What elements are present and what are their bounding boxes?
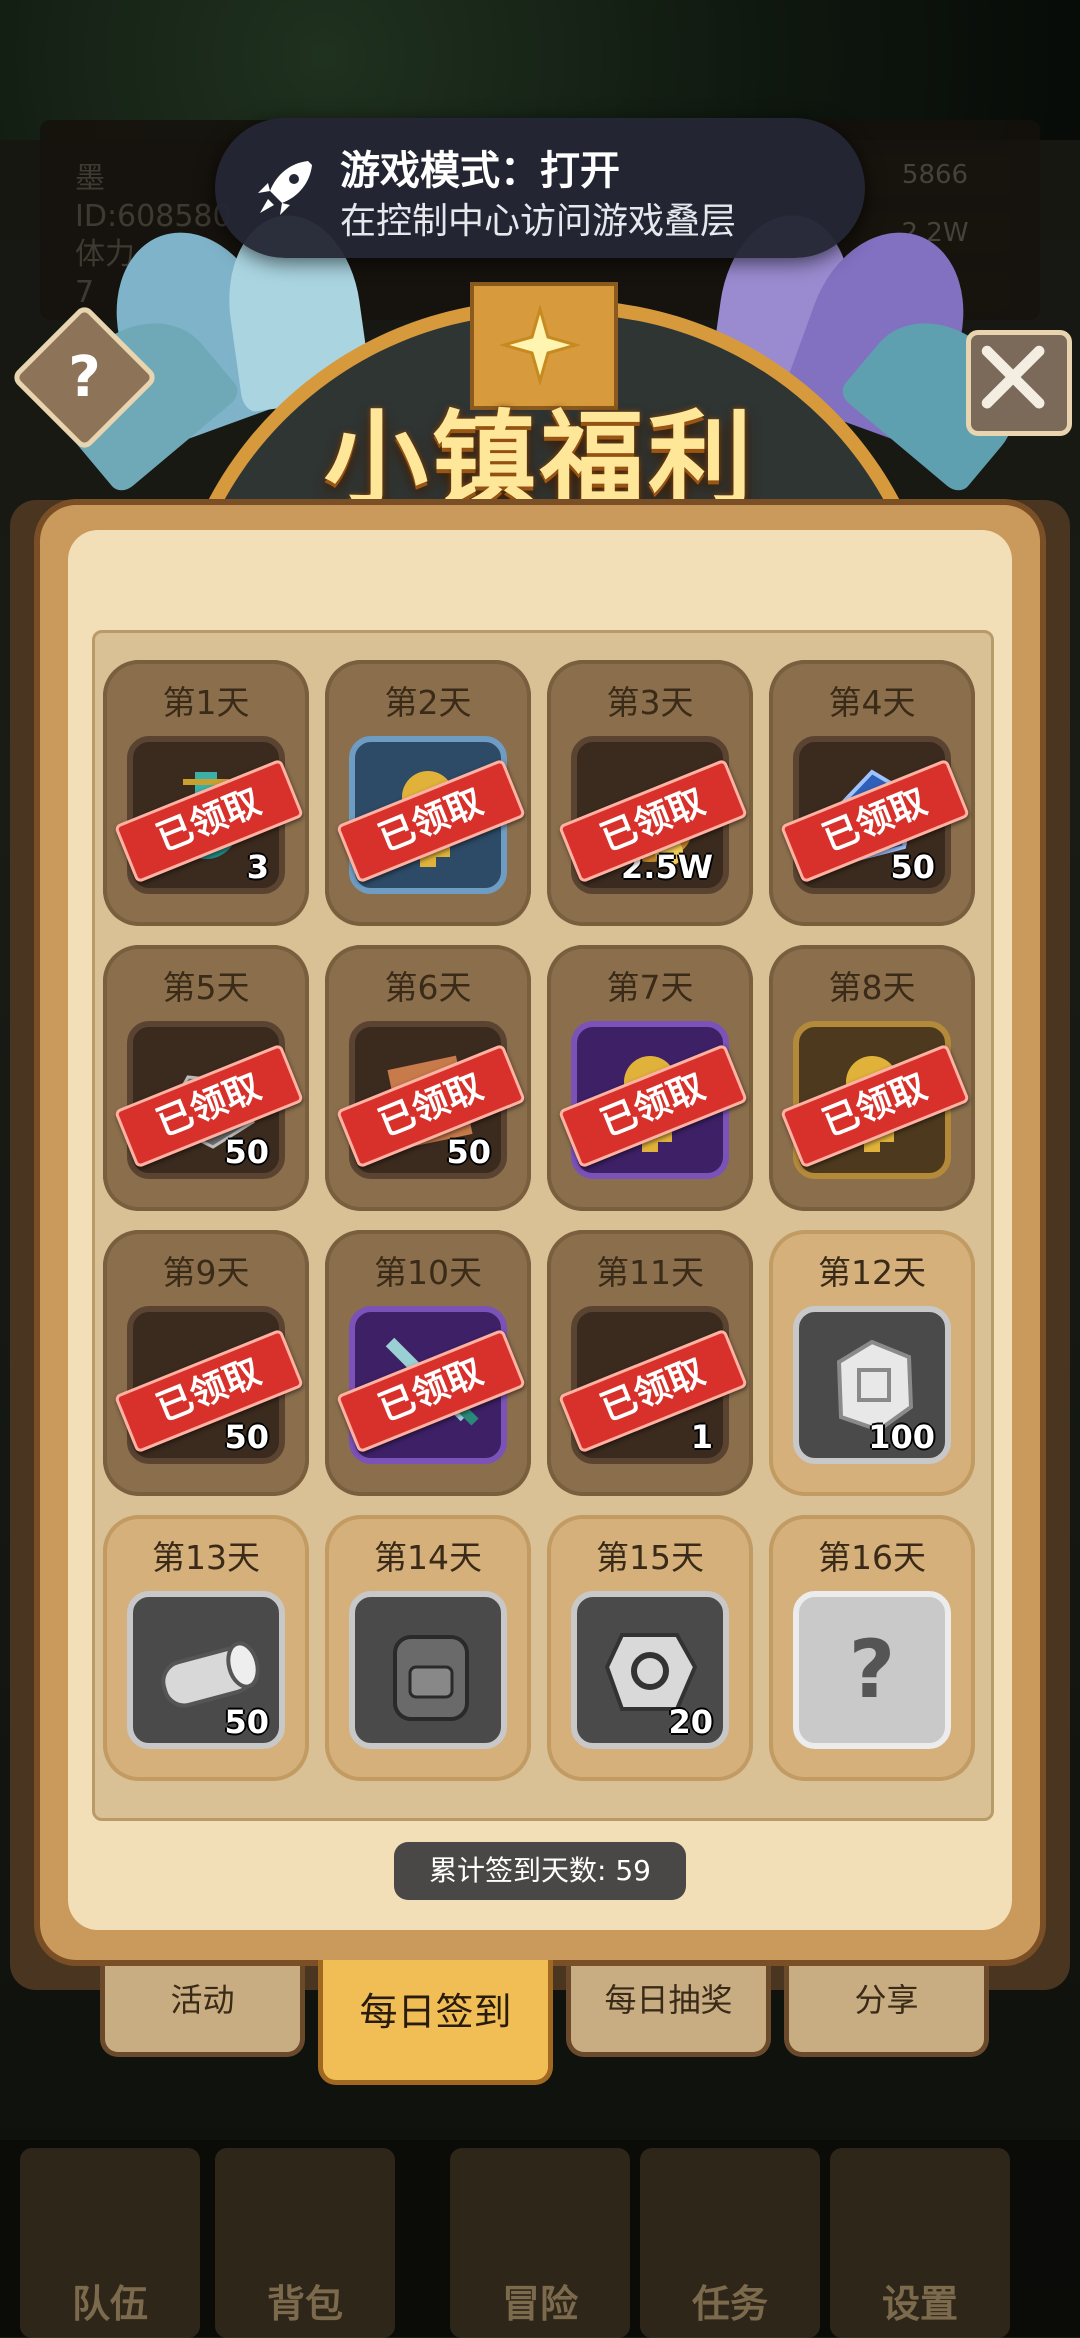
svg-text:?: ? (849, 1623, 895, 1716)
day-reward-card[interactable]: 第15天 20 (547, 1515, 753, 1781)
reward-item-frame: 50 (127, 1591, 285, 1749)
day-reward-card[interactable]: 第3天 2.5W 已领取 (547, 660, 753, 926)
nav-label: 背包 (266, 2282, 343, 2326)
day-reward-card[interactable]: 第8天 已领取 (769, 945, 975, 1211)
day-reward-card[interactable]: 第6天 50 已领取 (325, 945, 531, 1211)
nav-team[interactable]: 队伍 (20, 2148, 200, 2338)
day-reward-card[interactable]: 第11天 1 已领取 (547, 1230, 753, 1496)
day-label: 第12天 (818, 1253, 926, 1292)
day-label: 第5天 (162, 968, 250, 1007)
day-label: 第4天 (828, 683, 916, 722)
day-label: 第14天 (374, 1538, 482, 1577)
day-label: 第7天 (606, 968, 694, 1007)
day-label: 第10天 (374, 1253, 482, 1292)
day-label: 第13天 (152, 1538, 260, 1577)
reward-quantity: 100 (868, 1418, 935, 1456)
tab-daily-checkin[interactable]: 每日签到 (318, 1960, 553, 2085)
day-label: 第16天 (818, 1538, 926, 1577)
total-checkin-days: 累计签到天数: 59 (394, 1842, 686, 1900)
nav-label: 设置 (881, 2282, 958, 2326)
day-reward-card[interactable]: 第13天 50 (103, 1515, 309, 1781)
day-reward-card[interactable]: 第1天 3 已领取 (103, 660, 309, 926)
day-reward-card[interactable]: 第10天 已领取 (325, 1230, 531, 1496)
nav-adventure[interactable]: 冒险 (450, 2148, 630, 2338)
question-mark-icon: ? (849, 1623, 895, 1716)
backpack-icon (393, 1635, 469, 1721)
nav-label: 任务 (691, 2282, 768, 2326)
day-label: 第3天 (606, 683, 694, 722)
page-title: 小镇福利 (323, 399, 756, 521)
nav-backpack[interactable]: 背包 (215, 2148, 395, 2338)
reward-item-frame (349, 1591, 507, 1749)
day-label: 第11天 (596, 1253, 704, 1292)
toast-subtitle: 在控制中心访问游戏叠层 (340, 201, 737, 242)
reward-quantity: 50 (224, 1703, 269, 1741)
day-reward-card[interactable]: 第4天 50 已领取 (769, 660, 975, 926)
reward-quantity: 3 (246, 848, 269, 886)
nav-label: 队伍 (71, 2282, 148, 2326)
day-label: 第8天 (828, 968, 916, 1007)
tab-label: 每日抽奖 (604, 1981, 733, 2019)
nav-tasks[interactable]: 任务 (640, 2148, 820, 2338)
reward-item-frame: 20 (571, 1591, 729, 1749)
reward-quantity: 1 (690, 1418, 713, 1456)
day-label: 第1天 (162, 683, 250, 722)
day-reward-card[interactable]: 第12天 100 (769, 1230, 975, 1496)
tab-activity[interactable]: 活动 (100, 1960, 305, 2057)
star-icon (500, 305, 580, 385)
question-icon: ? (68, 345, 101, 410)
close-button[interactable] (966, 330, 1072, 436)
reward-item-frame: ? (793, 1591, 951, 1749)
tab-label: 分享 (854, 1981, 919, 2019)
day-reward-card[interactable]: 第9天 50 已领取 (103, 1230, 309, 1496)
nav-label: 冒险 (501, 2282, 578, 2326)
day-label: 第2天 (384, 683, 472, 722)
reward-quantity: 50 (890, 848, 935, 886)
tab-daily-lottery[interactable]: 每日抽奖 (566, 1960, 771, 2057)
rocket-icon (258, 161, 312, 215)
day-label: 第6天 (384, 968, 472, 1007)
reward-quantity: 20 (668, 1703, 713, 1741)
reward-quantity: 50 (224, 1418, 269, 1456)
nav-settings[interactable]: 设置 (830, 2148, 1010, 2338)
day-label: 第15天 (596, 1538, 704, 1577)
game-mode-toast: 游戏模式：打开 在控制中心访问游戏叠层 (215, 118, 865, 258)
reward-quantity: 50 (446, 1133, 491, 1171)
day-reward-card[interactable]: 第5天 50 已领取 (103, 945, 309, 1211)
reward-quantity: 50 (224, 1133, 269, 1171)
tab-share[interactable]: 分享 (784, 1960, 989, 2057)
crossed-swords-icon (981, 345, 1045, 409)
reward-item-frame: 100 (793, 1306, 951, 1464)
toast-title: 游戏模式：打开 (340, 148, 620, 194)
tab-label: 每日签到 (359, 1990, 512, 2034)
tab-label: 活动 (170, 1981, 235, 2019)
day-reward-card[interactable]: 第16天? (769, 1515, 975, 1781)
day-reward-card[interactable]: 第7天 已领取 (547, 945, 753, 1211)
day-label: 第9天 (162, 1253, 250, 1292)
day-reward-card[interactable]: 第2天 已领取 (325, 660, 531, 926)
day-reward-card[interactable]: 第14天 (325, 1515, 531, 1781)
